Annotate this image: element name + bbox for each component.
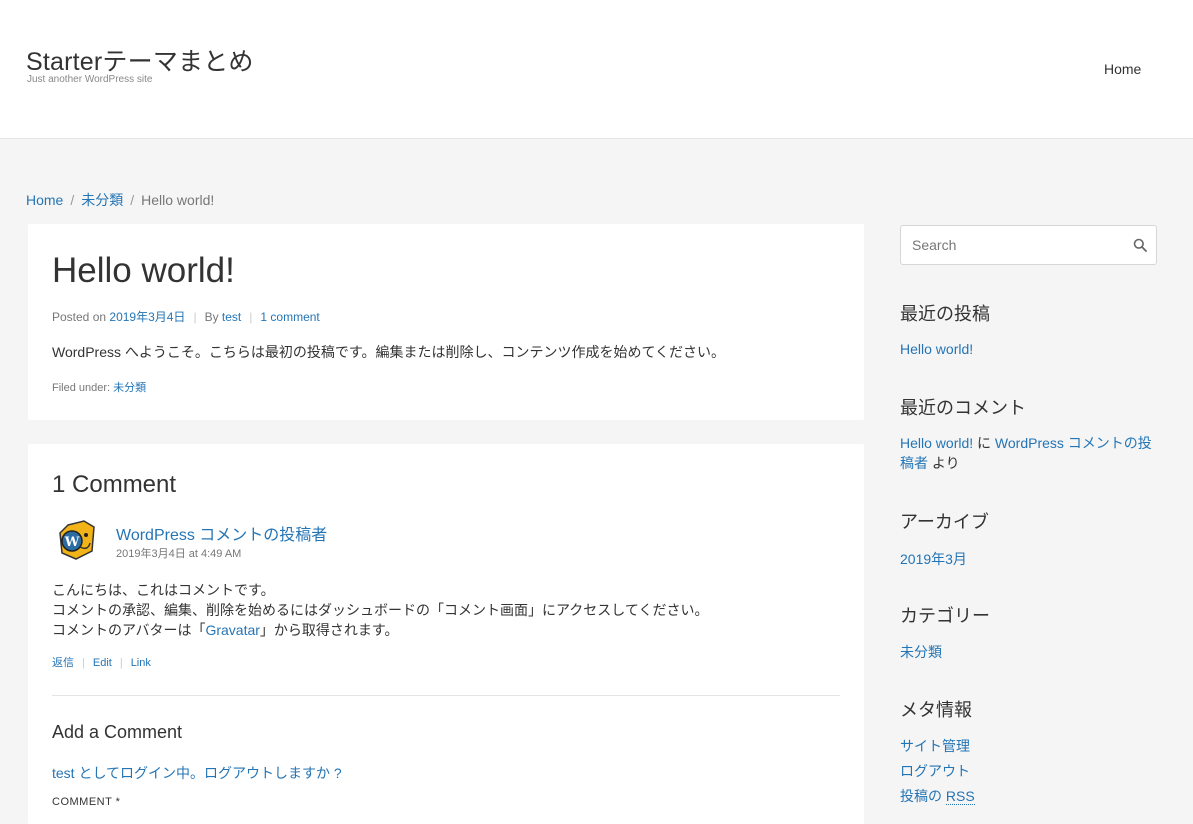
- action-divider: |: [82, 657, 85, 669]
- site-title[interactable]: Starterテーマまとめ: [26, 42, 254, 78]
- comment-line: コメントのアバターは「Gravatar」から取得されます。: [52, 620, 708, 640]
- breadcrumb-current: Hello world!: [141, 192, 215, 208]
- post-title: Hello world!: [52, 251, 235, 290]
- reply-link[interactable]: 返信: [52, 657, 74, 669]
- action-divider: |: [119, 657, 123, 669]
- comment-line: こんにちは、これはコメントです。: [52, 582, 275, 598]
- commenter-avatar: W: [59, 520, 95, 560]
- filed-category-link[interactable]: 未分類: [113, 382, 146, 394]
- rss-abbr: RSS: [945, 788, 975, 805]
- logged-in-notice: test としてログイン中。ログアウトしますか ?: [52, 763, 342, 783]
- comment-line: コメントの承認、編集、削除を始めるにはダッシュボードの「コメント画面」にアクセス…: [52, 602, 709, 618]
- widget-title-categories: カテゴリー: [900, 606, 990, 626]
- breadcrumb-separator: /: [70, 192, 75, 208]
- post-content: WordPress へようこそ。こちらは最初の投稿です。編集または削除し、コンテ…: [52, 344, 726, 360]
- comment-line-text: 」から取得されます。: [259, 622, 399, 638]
- recent-comment-post-link[interactable]: Hello world!: [900, 435, 973, 451]
- profile-link[interactable]: test としてログイン中。: [52, 765, 204, 781]
- post-card: Hello world! Posted on 2019年3月4日 | By test…: [28, 224, 864, 420]
- comment-actions: 返信 | Edit | Link: [52, 654, 151, 670]
- recent-comment-suffix: より: [928, 455, 960, 471]
- post-author-link[interactable]: test: [222, 310, 241, 324]
- recent-comment-item: Hello world! に WordPress コメントの投稿者 より: [900, 433, 1160, 473]
- widget-title-archives: アーカイブ: [900, 512, 989, 532]
- comment-author-link[interactable]: WordPress コメントの投稿者: [116, 521, 327, 545]
- comment-date: 2019年3月4日 at 4:49 AM: [116, 548, 242, 560]
- comment-body: こんにちは、これはコメントです。 コメントの承認、編集、削除を始めるにはダッシュ…: [52, 580, 708, 640]
- filed-under: Filed under: 未分類: [52, 379, 146, 395]
- gravatar-link[interactable]: Gravatar: [205, 622, 259, 638]
- meta-site-admin-link[interactable]: サイト管理: [900, 736, 970, 756]
- comments-card: 1 Comment W WordPress コメントの投稿者 2019年3月4日…: [28, 444, 864, 824]
- widget-title-recent-posts: 最近の投稿: [900, 304, 990, 324]
- meta-rss-prefix: 投稿の: [900, 788, 946, 804]
- filed-under-label: Filed under:: [52, 382, 111, 394]
- recent-comment-connector: に: [973, 435, 995, 451]
- archive-link[interactable]: 2019年3月: [900, 549, 967, 569]
- comment-line-text: コメントのアバターは「: [52, 622, 206, 638]
- site-description: Just another WordPress site: [27, 74, 153, 85]
- posted-on-label: Posted on: [52, 310, 107, 324]
- svg-text:W: W: [64, 535, 80, 550]
- widget-title-recent-comments: 最近のコメント: [900, 398, 1026, 418]
- post-meta: Posted on 2019年3月4日 | By test | 1 comment: [52, 308, 320, 325]
- by-label: By: [204, 310, 219, 324]
- search-icon[interactable]: [1133, 238, 1147, 252]
- breadcrumb-home[interactable]: Home: [26, 192, 63, 208]
- divider: [52, 695, 840, 696]
- meta-posts-rss-link[interactable]: 投稿の RSS: [900, 786, 975, 806]
- breadcrumb-category[interactable]: 未分類: [81, 192, 123, 208]
- search-box: [900, 225, 1157, 265]
- meta-divider: |: [193, 310, 197, 324]
- search-input[interactable]: [901, 226, 1121, 264]
- meta-divider: |: [249, 310, 253, 324]
- add-comment-title: Add a Comment: [52, 722, 183, 742]
- category-link[interactable]: 未分類: [900, 642, 942, 662]
- comments-count-link[interactable]: 1 comment: [260, 310, 319, 324]
- widget-title-meta: メタ情報: [900, 700, 972, 720]
- edit-comment-link[interactable]: Edit: [93, 657, 112, 669]
- nav-home-link[interactable]: Home: [1104, 61, 1141, 77]
- comment-field-label: COMMENT *: [52, 796, 121, 808]
- logout-link[interactable]: ログアウトしますか ?: [204, 765, 342, 781]
- breadcrumb: Home / 未分類 / Hello world!: [26, 190, 214, 210]
- meta-logout-link[interactable]: ログアウト: [900, 761, 970, 781]
- site-header: Starterテーマまとめ Just another WordPress sit…: [0, 0, 1193, 139]
- comment-permalink[interactable]: Link: [131, 657, 151, 669]
- post-date-link[interactable]: 2019年3月4日: [109, 310, 185, 324]
- breadcrumb-separator: /: [130, 192, 135, 208]
- comments-title: 1 Comment: [52, 471, 177, 498]
- recent-post-link[interactable]: Hello world!: [900, 341, 973, 357]
